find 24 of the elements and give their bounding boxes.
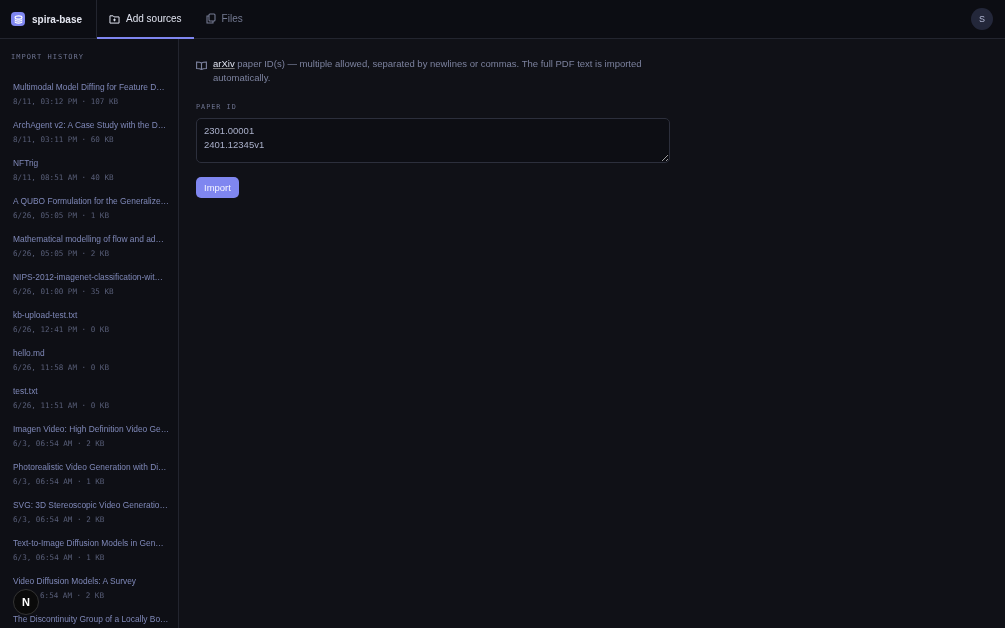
app-logo-icon	[11, 12, 25, 26]
import-title-link[interactable]: SVG: 3D Stereoscopic Video Generatio…	[13, 500, 165, 511]
dev-tools-badge[interactable]: N	[13, 589, 39, 615]
import-title-link[interactable]: Multimodal Model Diffing for Feature D…	[13, 82, 165, 93]
import-title-link[interactable]: Photorealistic Video Generation with Di…	[13, 462, 165, 473]
import-title-link[interactable]: NIPS-2012-imagenet-classification-wit…	[13, 272, 165, 283]
app-name: spira-base	[32, 13, 83, 25]
import-title-link[interactable]: NFTrig	[13, 158, 165, 169]
user-avatar[interactable]: S	[971, 8, 993, 30]
import-title-link[interactable]: Mathematical modelling of flow and ad…	[13, 234, 165, 245]
import-title-link[interactable]: Video Diffusion Models: A Survey	[13, 576, 165, 587]
nav-tab[interactable]: Files	[193, 0, 255, 39]
import-title-link[interactable]: test.txt	[13, 386, 165, 397]
folder-plus-icon	[109, 13, 120, 24]
files-icon	[205, 13, 216, 24]
arxiv-link[interactable]: arXiv	[213, 58, 235, 69]
paper-id-field[interactable]: 2301.00001 2401.12345v1	[196, 118, 670, 163]
book-icon	[196, 61, 207, 70]
source-description: arXiv paper ID(s) — multiple allowed, separated by newlines or commas. The full PDF text is imported automatically.	[213, 57, 643, 85]
import-title-link[interactable]: ArchAgent v2: A Case Study with the D…	[13, 120, 165, 131]
import-title-link[interactable]: kb-upload-test.txt	[13, 310, 165, 321]
import-title-link[interactable]: Text-to-Image Diffusion Models in Gen…	[13, 538, 165, 549]
import-button[interactable]: Import	[196, 177, 239, 198]
import-title-link[interactable]: hello.md	[13, 348, 165, 359]
